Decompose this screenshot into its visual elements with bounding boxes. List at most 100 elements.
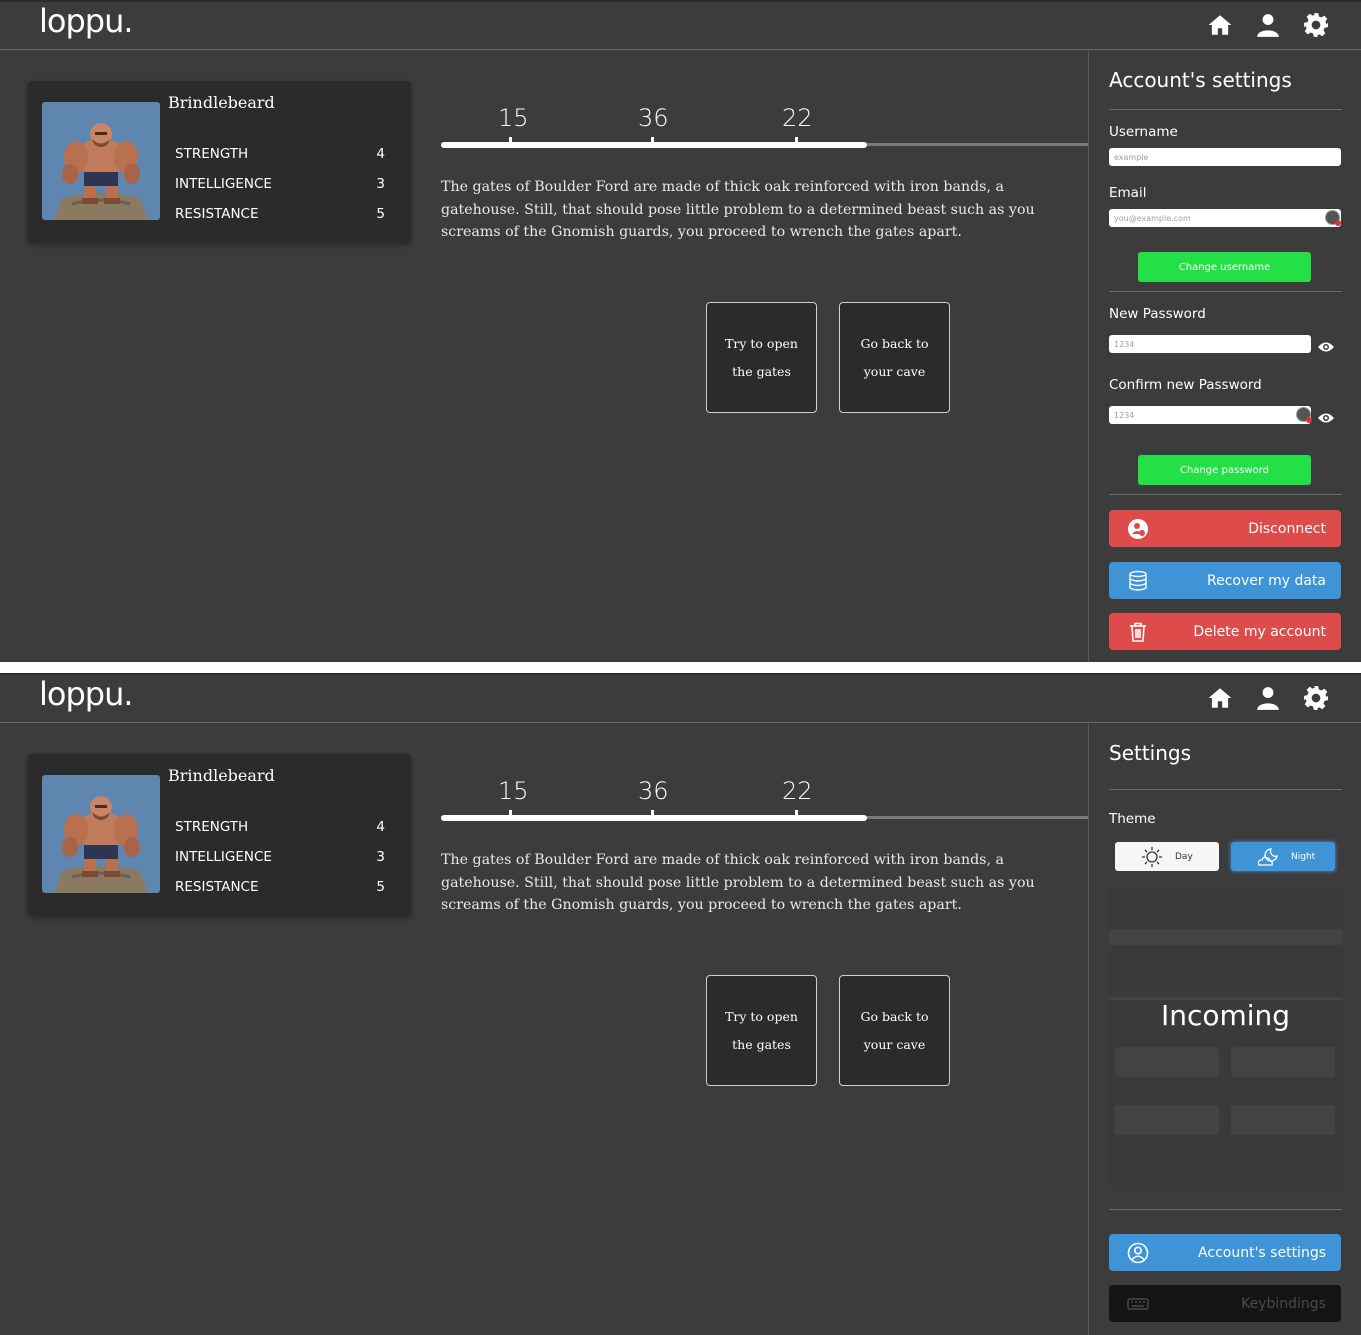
- settings-panel: Settings Theme Day Night Incoming Accoun…: [1088, 724, 1361, 1335]
- progress-tick: [795, 810, 798, 818]
- stat-resistance: RESISTANCE 5: [175, 206, 385, 222]
- stat-label: INTELLIGENCE: [175, 176, 272, 192]
- stat-intelligence: INTELLIGENCE 3: [175, 849, 385, 865]
- progress-number: 15: [498, 777, 529, 805]
- choice-go-back-button[interactable]: Go back to your cave: [839, 302, 950, 413]
- story-line: The gates of Boulder Ford are made of th…: [441, 179, 1004, 195]
- gear-icon[interactable]: [1303, 685, 1329, 711]
- story-line: gatehouse. Still, that should pose littl…: [441, 874, 1035, 891]
- delete-label: Delete my account: [1193, 623, 1326, 640]
- email-label: Email: [1109, 185, 1147, 201]
- choice-line: the gates: [732, 1036, 791, 1052]
- progress-tick: [509, 137, 512, 145]
- keybindings-label: Keybindings: [1241, 1295, 1326, 1312]
- stat-label: INTELLIGENCE: [175, 849, 272, 865]
- gear-icon[interactable]: [1303, 12, 1329, 38]
- choice-go-back-button[interactable]: Go back to your cave: [839, 975, 950, 1086]
- account-settings-label: Account's settings: [1198, 1244, 1326, 1261]
- app-logo[interactable]: loppu.: [39, 675, 134, 713]
- disconnect-user-icon: [1127, 518, 1149, 540]
- progress-number: 36: [638, 777, 669, 805]
- home-icon[interactable]: [1207, 685, 1233, 711]
- incoming-label: Incoming: [1160, 999, 1291, 1032]
- choice-line: Try to open: [725, 1008, 798, 1024]
- divider: [1109, 109, 1342, 110]
- recover-data-button[interactable]: Recover my data: [1109, 562, 1341, 599]
- password-manager-icon[interactable]: [1296, 407, 1312, 423]
- eye-icon[interactable]: [1317, 409, 1335, 423]
- eye-icon[interactable]: [1317, 338, 1335, 352]
- choice-open-gates-button[interactable]: Try to open the gates: [706, 302, 817, 413]
- divider: [1109, 1209, 1342, 1210]
- game-screen-settings: loppu. Brindlebeard STRENGTH 4 INTELLIGE…: [0, 673, 1361, 1335]
- theme-label: Theme: [1109, 811, 1156, 827]
- database-icon: [1127, 570, 1149, 592]
- user-icon[interactable]: [1255, 12, 1281, 38]
- disconnect-label: Disconnect: [1248, 520, 1326, 537]
- delete-account-button[interactable]: Delete my account: [1109, 613, 1341, 650]
- choice-line: Try to open: [725, 335, 798, 351]
- character-card: Brindlebeard STRENGTH 4 INTELLIGENCE 3 R…: [28, 81, 411, 243]
- panel-title: Account's settings: [1109, 68, 1292, 92]
- theme-day-label: Day: [1175, 851, 1193, 862]
- stat-value: 3: [376, 849, 385, 865]
- choice-line: the gates: [732, 363, 791, 379]
- stat-intelligence: INTELLIGENCE 3: [175, 176, 385, 192]
- stat-strength: STRENGTH 4: [175, 146, 385, 162]
- stat-label: RESISTANCE: [175, 879, 259, 895]
- stat-value: 5: [376, 879, 385, 895]
- account-settings-panel: Account's settings Username Email Change…: [1088, 51, 1361, 662]
- theme-night-label: Night: [1291, 851, 1316, 862]
- placeholder-button: [1115, 1047, 1219, 1077]
- stat-strength: STRENGTH 4: [175, 819, 385, 835]
- panel-title: Settings: [1109, 741, 1192, 765]
- theme-night-button[interactable]: Night: [1231, 842, 1335, 871]
- keybindings-button[interactable]: Keybindings: [1109, 1285, 1341, 1322]
- character-portrait: [42, 102, 160, 220]
- story-line: The gates of Boulder Ford are made of th…: [441, 852, 1004, 868]
- stat-resistance: RESISTANCE 5: [175, 879, 385, 895]
- progress-tick: [795, 137, 798, 145]
- placeholder-button: [1231, 1105, 1335, 1135]
- home-icon[interactable]: [1207, 12, 1233, 38]
- choice-line: your cave: [863, 363, 926, 379]
- trash-icon: [1127, 621, 1149, 643]
- app-logo[interactable]: loppu.: [39, 2, 134, 40]
- stat-value: 5: [376, 206, 385, 222]
- choice-open-gates-button[interactable]: Try to open the gates: [706, 975, 817, 1086]
- disconnect-button[interactable]: Disconnect: [1109, 510, 1341, 547]
- change-username-button[interactable]: Change username: [1138, 252, 1311, 282]
- story-text: The gates of Boulder Ford are made of th…: [441, 849, 1088, 919]
- user-circle-icon: [1127, 1242, 1149, 1264]
- keyboard-icon: [1127, 1293, 1149, 1315]
- stat-label: STRENGTH: [175, 819, 249, 835]
- email-input[interactable]: [1109, 209, 1341, 227]
- password-manager-icon[interactable]: [1325, 210, 1341, 226]
- confirm-password-input[interactable]: [1109, 406, 1311, 424]
- account-settings-button[interactable]: Account's settings: [1109, 1234, 1341, 1271]
- user-icon[interactable]: [1255, 685, 1281, 711]
- username-label: Username: [1109, 124, 1178, 140]
- stat-value: 4: [376, 819, 385, 835]
- incoming-settings-overlay: [1109, 887, 1342, 1190]
- progress-number: 22: [782, 777, 813, 805]
- new-password-input[interactable]: [1109, 335, 1311, 353]
- theme-day-button[interactable]: Day: [1115, 842, 1219, 871]
- progress-number: 15: [498, 104, 529, 132]
- placeholder-button: [1231, 1047, 1335, 1077]
- confirm-password-label: Confirm new Password: [1109, 377, 1262, 393]
- new-password-label: New Password: [1109, 306, 1206, 322]
- progress-fill: [441, 142, 867, 148]
- username-input[interactable]: [1109, 148, 1341, 166]
- stat-label: STRENGTH: [175, 146, 249, 162]
- progress-tick: [651, 137, 654, 145]
- progress-number: 36: [638, 104, 669, 132]
- story-line: screams of the Gnomish guards, you proce…: [441, 224, 962, 240]
- character-portrait: [42, 775, 160, 893]
- stat-value: 4: [376, 146, 385, 162]
- change-password-button[interactable]: Change password: [1138, 455, 1311, 485]
- sun-icon: [1142, 846, 1162, 867]
- stat-value: 3: [376, 176, 385, 192]
- choice-line: your cave: [863, 1036, 926, 1052]
- story-line: gatehouse. Still, that should pose littl…: [441, 201, 1035, 218]
